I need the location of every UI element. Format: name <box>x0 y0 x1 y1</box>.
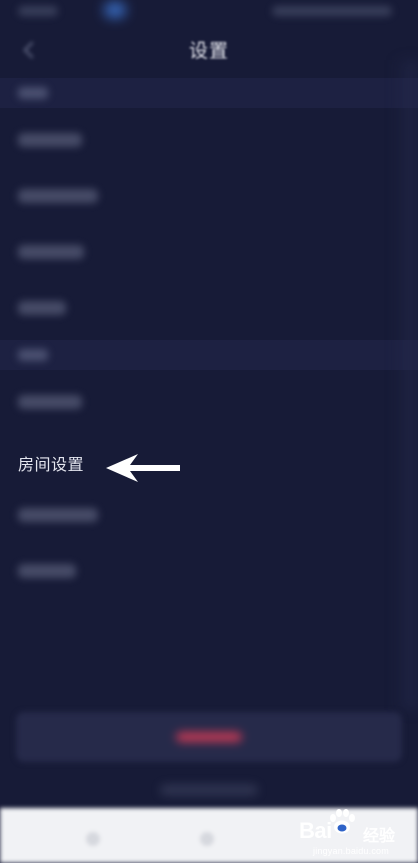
status-indicator-icon <box>104 2 126 18</box>
watermark-url: jingyan.baidu.com <box>313 846 389 856</box>
row-label-blurred <box>18 245 84 259</box>
bottom-hint-blurred <box>160 785 258 795</box>
bottom-action-label-blurred <box>176 732 242 742</box>
status-bar <box>0 0 418 24</box>
status-icons <box>272 6 392 16</box>
room-settings-label: 房间设置 <box>18 457 85 474</box>
section-header-1 <box>0 78 418 108</box>
settings-row-7[interactable] <box>0 544 418 600</box>
row-label-blurred <box>18 508 98 522</box>
watermark-brand-cn: 经验 <box>363 828 396 845</box>
section-header-label <box>18 349 48 361</box>
settings-row-room[interactable]: 房间设置 <box>0 433 418 489</box>
settings-row-5[interactable] <box>0 375 418 431</box>
settings-screen: 设置 房间设置 Bai 经验 jingyan.baidu.com <box>0 0 418 863</box>
pointer-arrow-icon <box>106 454 180 482</box>
settings-row-2[interactable] <box>0 169 418 225</box>
page-title: 设置 <box>188 41 229 62</box>
settings-row-6[interactable] <box>0 488 418 544</box>
settings-row-3[interactable] <box>0 225 418 281</box>
bottom-action-button[interactable] <box>16 712 402 762</box>
section-header-2 <box>0 340 418 370</box>
right-edge-shade <box>394 60 418 710</box>
baidu-jingyan-watermark: Bai 经验 jingyan.baidu.com <box>297 808 413 858</box>
row-label-blurred <box>18 189 98 203</box>
settings-row-1[interactable] <box>0 113 418 169</box>
watermark-brand: Bai <box>299 818 332 843</box>
nav-item-icon[interactable] <box>86 832 100 846</box>
settings-row-4[interactable] <box>0 281 418 337</box>
row-label-blurred <box>18 395 82 409</box>
nav-item-icon[interactable] <box>200 832 214 846</box>
row-label-blurred <box>18 301 66 315</box>
status-time <box>18 6 58 16</box>
row-label-blurred <box>18 133 82 147</box>
header: 设置 <box>0 26 418 76</box>
section-header-label <box>18 87 48 99</box>
row-label-blurred <box>18 564 76 578</box>
